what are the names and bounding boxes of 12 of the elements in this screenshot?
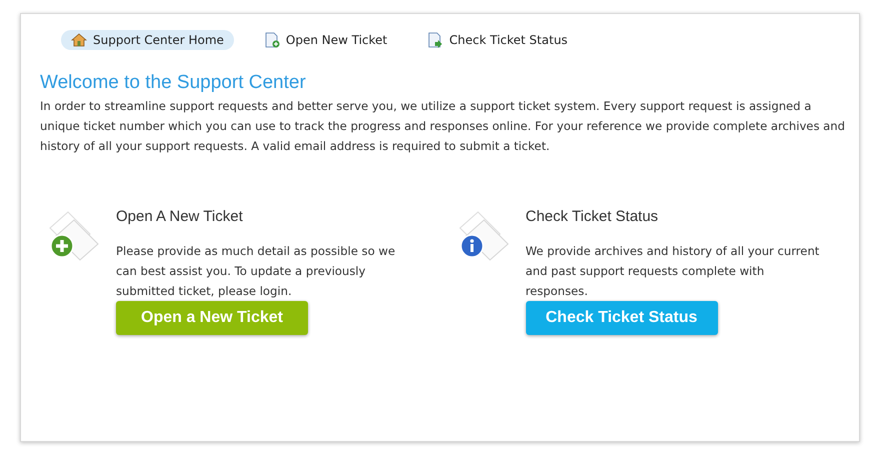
section-description: Please provide as much detail as possible so we can best assist you. To update a previously submitted ticket, please login. [116,243,396,300]
intro-paragraph: In order to streamline support requests and better serve you, we utilize a support ticket system. Every support request is assigned a unique ticket number which you can use to track the progress and responses online. For your reference we provide complete archives and history of all your support requests. A valid email address is required to submit a ticket. [40,98,846,155]
document-arrow-icon [427,32,444,48]
nav-link[interactable]: Open New Ticket [254,30,398,50]
nav-link[interactable]: Support Center Home [61,30,234,50]
section-heading: Check Ticket Status [526,208,660,225]
page-title: Welcome to the Support Center [40,72,307,94]
document-plus-icon [264,32,280,48]
house-icon [71,32,87,48]
nav-link[interactable]: Check Ticket Status [417,30,578,50]
section-heading: Open A New Ticket [116,208,244,225]
section-description: We provide archives and history of all your current and past support requests complete with responses. [526,243,820,300]
